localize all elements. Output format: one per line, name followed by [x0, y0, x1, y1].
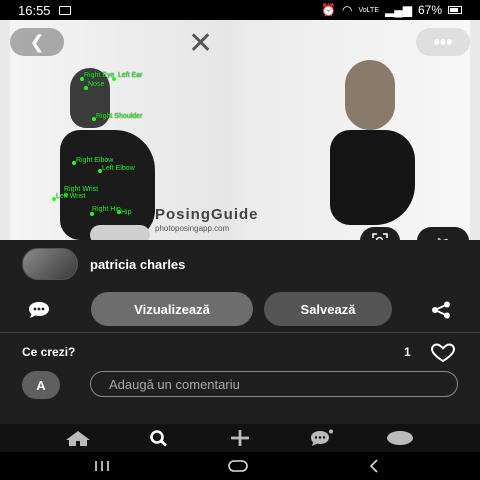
like-button[interactable] [430, 343, 456, 363]
scissors-icon: ✂ [437, 233, 449, 241]
alarm-icon: ⏰ [321, 3, 337, 17]
home-icon [66, 431, 90, 446]
pose-label-left-ear: Left Ear [118, 72, 143, 79]
right-model-body [330, 130, 415, 225]
right-model-head [345, 60, 395, 130]
pose-label-left-wrist: Left Wrist [56, 193, 86, 200]
reactions-row: Ce crezi? 1 [0, 343, 480, 363]
view-button[interactable]: Vizualizează [91, 292, 253, 326]
comment-row: A [0, 370, 480, 400]
nav-search[interactable] [144, 428, 174, 448]
comment-button[interactable] [26, 300, 52, 320]
cutout-button[interactable]: ✂ [417, 227, 469, 240]
status-time: 16:55 [18, 2, 51, 18]
creator-profile[interactable]: patricia charles [22, 248, 185, 280]
lens-icon [372, 233, 388, 240]
pose-label-right-eye: Right Eye [84, 72, 115, 79]
pin-image[interactable]: ✕ ❮ ••• Right Eye Left Ear Nose Right Sh… [0, 20, 480, 240]
back-arrow-icon [369, 459, 378, 473]
x-mark-icon: ✕ [188, 27, 214, 60]
pose-label-right-shoulder: Right Shoulder [96, 113, 143, 120]
watermark-site: photoposingapp.com [155, 224, 230, 233]
battery-icon [448, 6, 462, 14]
avatar[interactable] [22, 248, 78, 280]
signal-icon: ▂▄▆ [385, 3, 412, 17]
bottom-nav [0, 424, 480, 452]
nav-home[interactable] [63, 428, 93, 448]
pose-label-right-elbow: Right Elbow [76, 157, 114, 164]
comment-bubble-icon [29, 302, 49, 318]
system-back-button[interactable] [362, 458, 386, 474]
wifi-icon: ◠ [342, 3, 353, 17]
nav-profile[interactable] [385, 428, 415, 448]
plus-icon [231, 430, 249, 446]
image-notification-icon [58, 5, 71, 15]
battery-percent: 67% [417, 3, 442, 17]
share-button[interactable] [430, 301, 452, 319]
more-options-button[interactable]: ••• [416, 28, 470, 56]
heart-icon [430, 343, 456, 363]
chevron-left-icon: ❮ [29, 31, 45, 52]
volte-label: VoLTE [358, 6, 380, 14]
pose-label-nose: Nose [88, 81, 105, 88]
like-count: 1 [404, 345, 411, 359]
home-system-button[interactable] [226, 458, 250, 474]
nav-messages[interactable] [305, 428, 335, 448]
nav-create[interactable] [225, 428, 255, 448]
home-circle-icon [228, 460, 248, 472]
save-button[interactable]: Salvează [264, 292, 392, 326]
watermark-brand: PosingGuide [155, 206, 259, 223]
left-model-leg [90, 225, 150, 240]
share-icon [432, 301, 450, 319]
dots-icon: ••• [433, 31, 453, 52]
comment-input[interactable] [90, 371, 458, 397]
recent-apps-button[interactable] [90, 458, 114, 474]
chat-icon [311, 429, 333, 446]
search-icon [150, 430, 167, 447]
back-button[interactable]: ❮ [10, 28, 64, 56]
pose-label-hip: Hip [121, 209, 132, 216]
system-navigation [0, 452, 480, 480]
visual-search-button[interactable] [360, 227, 400, 240]
left-model-body [60, 130, 155, 240]
watermark: PosingGuide photoposingapp.com [155, 206, 335, 233]
profile-icon [387, 431, 413, 445]
action-row: Vizualizează Salvează [0, 292, 480, 328]
status-right: ⏰ ◠ VoLTE ▂▄▆ 67% [321, 3, 462, 17]
pose-label-right-hip: Right Hip [92, 206, 121, 213]
pose-label-right-wrist: Right Wrist [64, 186, 99, 193]
user-avatar[interactable]: A [22, 371, 60, 399]
creator-name[interactable]: patricia charles [90, 257, 185, 272]
comments-title: Ce crezi? [22, 345, 76, 359]
divider [0, 332, 480, 333]
pose-label-left-elbow: Left Elbow [102, 165, 135, 172]
recent-apps-icon [95, 461, 109, 471]
status-bar: 16:55 ⏰ ◠ VoLTE ▂▄▆ 67% [0, 0, 480, 20]
